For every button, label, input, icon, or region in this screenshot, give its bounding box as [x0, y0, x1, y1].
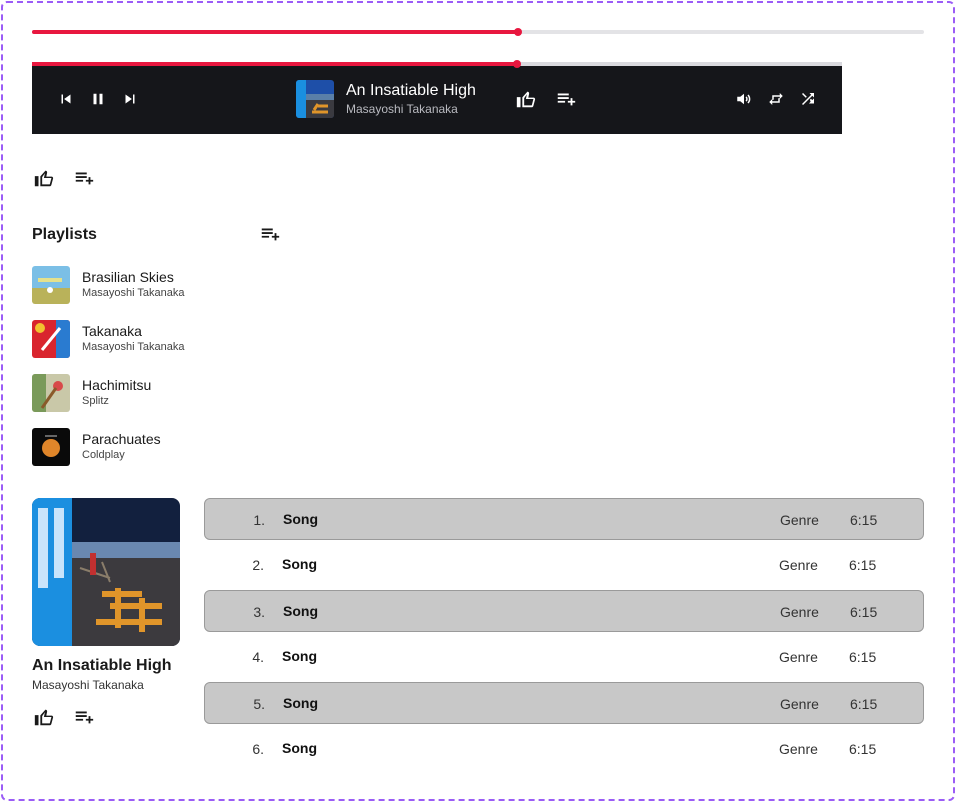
- track-number: 3.: [253, 604, 265, 620]
- now-playing-artist[interactable]: Masayoshi Takanaka: [346, 102, 458, 116]
- skip-next-icon: [125, 94, 135, 104]
- now-playing-title[interactable]: An Insatiable High: [346, 82, 476, 100]
- repeat-button[interactable]: [765, 88, 787, 110]
- track-genre: Genre: [780, 512, 819, 528]
- playlist-artist: Masayoshi Takanaka: [82, 341, 185, 353]
- track-duration: 6:15: [849, 741, 877, 757]
- playlist-artist: Coldplay: [82, 449, 125, 461]
- album-cover[interactable]: [32, 498, 180, 646]
- playlist-item[interactable]: Brasilian Skies Masayoshi Takanaka: [32, 266, 272, 306]
- track-row[interactable]: 4. Song Genre 6:15: [204, 636, 924, 678]
- skip-next-button[interactable]: [119, 88, 141, 110]
- playlist-name: Parachuates: [82, 431, 161, 447]
- track-name: Song: [283, 511, 318, 527]
- progress-bar[interactable]: [32, 28, 924, 36]
- track-duration: 6:15: [849, 649, 877, 665]
- playlist-name: Brasilian Skies: [82, 269, 174, 285]
- track-row[interactable]: 1. Song Genre 6:15: [204, 498, 924, 540]
- player-progress-fill: [32, 62, 518, 66]
- track-duration: 6:15: [850, 604, 878, 620]
- track-row[interactable]: 2. Song Genre 6:15: [204, 544, 924, 586]
- track-row[interactable]: 6. Song Genre 6:15: [204, 728, 924, 770]
- volume-button[interactable]: [733, 88, 755, 110]
- playlist-artist: Splitz: [82, 395, 109, 407]
- album-like-button[interactable]: [32, 705, 56, 729]
- player-progress-knob[interactable]: [513, 60, 522, 68]
- playlist-art: [32, 266, 70, 304]
- playlist-item[interactable]: Takanaka Masayoshi Takanaka: [32, 320, 272, 360]
- track-genre: Genre: [780, 696, 819, 712]
- track-number: 1.: [253, 512, 265, 528]
- track-row[interactable]: 5. Song Genre 6:15: [204, 682, 924, 724]
- thumbs-up-icon: [34, 170, 54, 187]
- add-playlist-button[interactable]: [258, 222, 282, 246]
- track-genre: Genre: [779, 649, 818, 665]
- track-genre: Genre: [779, 741, 818, 757]
- playlist-art: [32, 320, 70, 358]
- skip-previous-button[interactable]: [55, 88, 77, 110]
- track-genre: Genre: [779, 557, 818, 573]
- track-name: Song: [283, 603, 318, 619]
- skip-previous-icon: [61, 94, 71, 104]
- track-duration: 6:15: [849, 557, 877, 573]
- thumbs-up-icon: [34, 709, 54, 726]
- track-row[interactable]: 3. Song Genre 6:15: [204, 590, 924, 632]
- track-name: Song: [283, 695, 318, 711]
- player-progress-bar[interactable]: [32, 60, 842, 68]
- track-number: 5.: [253, 696, 265, 712]
- thumbs-up-icon: [516, 91, 536, 108]
- track-duration: 6:15: [850, 696, 878, 712]
- track-duration: 6:15: [850, 512, 878, 528]
- player-add-to-queue-button[interactable]: [554, 87, 578, 111]
- pause-icon: [93, 93, 103, 105]
- track-number: 6.: [252, 741, 264, 757]
- track-number: 2.: [252, 557, 264, 573]
- pause-button[interactable]: [87, 88, 109, 110]
- album-add-to-queue-button[interactable]: [72, 705, 96, 729]
- volume-icon: [737, 93, 751, 105]
- repeat-icon: [769, 93, 783, 105]
- track-name: Song: [282, 740, 317, 756]
- playlist-item[interactable]: Hachimitsu Splitz: [32, 374, 272, 414]
- playlist-art: [32, 374, 70, 412]
- add-to-queue-icon: [261, 228, 280, 241]
- playlist-artist: Masayoshi Takanaka: [82, 287, 185, 299]
- player-like-button[interactable]: [514, 87, 538, 111]
- track-number: 4.: [252, 649, 264, 665]
- player-bar: An Insatiable High Masayoshi Takanaka: [32, 60, 842, 134]
- track-name: Song: [282, 556, 317, 572]
- add-to-queue-icon: [75, 711, 94, 724]
- progress-fill: [32, 30, 519, 34]
- shuffle-button[interactable]: [797, 88, 819, 110]
- now-playing-album-art[interactable]: [296, 80, 334, 118]
- playlists-title: Playlists: [32, 226, 97, 243]
- album-artist[interactable]: Masayoshi Takanaka: [32, 678, 144, 692]
- playlist-art: [32, 428, 70, 466]
- track-name: Song: [282, 648, 317, 664]
- add-to-queue-icon: [557, 93, 576, 106]
- playlist-item[interactable]: Parachuates Coldplay: [32, 428, 272, 468]
- album-title[interactable]: An Insatiable High: [32, 657, 172, 675]
- add-to-queue-button[interactable]: [72, 166, 96, 190]
- shuffle-icon: [802, 93, 814, 105]
- add-to-queue-icon: [75, 172, 94, 185]
- playlist-name: Hachimitsu: [82, 377, 152, 393]
- track-genre: Genre: [780, 604, 819, 620]
- playlist-name: Takanaka: [82, 323, 142, 339]
- like-button[interactable]: [32, 166, 56, 190]
